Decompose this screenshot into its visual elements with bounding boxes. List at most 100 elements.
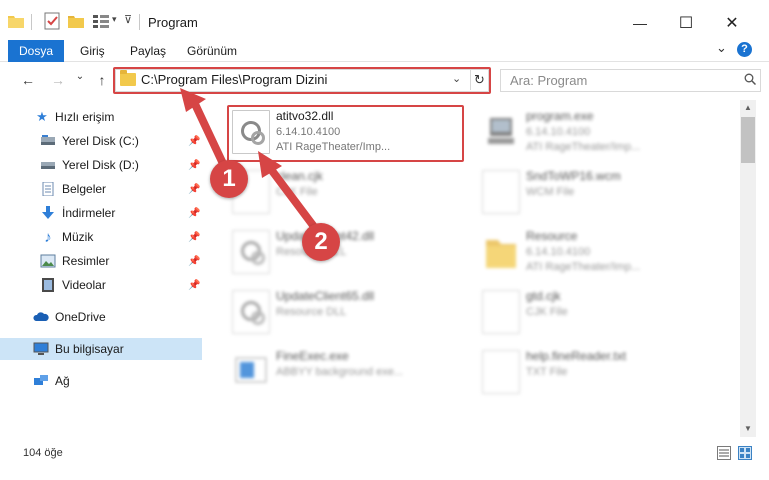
toolbar-divider	[31, 14, 32, 30]
view-options-icon[interactable]	[93, 14, 109, 28]
sidebar-item-label: Yerel Disk (D:)	[62, 158, 139, 172]
close-button[interactable]: ✕	[709, 8, 755, 38]
file-item-fineexec[interactable]: FineExec.exe ABBYY background exe...	[226, 344, 466, 398]
file-version: 6.14.10.4100	[526, 246, 591, 258]
new-folder-icon[interactable]	[68, 14, 84, 28]
title-divider	[139, 14, 140, 30]
ribbon-tabs: Dosya Giriş Paylaş Görünüm ⌄	[0, 40, 769, 94]
scroll-down-arrow[interactable]: ▼	[740, 421, 756, 437]
file-item-gtd-cjk[interactable]: gtd.cjk CJK File	[476, 284, 716, 338]
exe-file-icon	[488, 118, 514, 144]
sidebar-item-videos[interactable]: Videolar 📌	[0, 274, 202, 296]
sidebar-item-local-disk-d[interactable]: Yerel Disk (D:) 📌	[0, 154, 202, 176]
document-file-icon	[482, 290, 520, 334]
toolbar-overflow-icon[interactable]: ⊽	[124, 13, 132, 26]
file-item-resource[interactable]: Resource 6.14.10.4100 ATI RageTheater/Im…	[476, 224, 716, 278]
item-count: 104 öğe	[23, 447, 63, 459]
sidebar-item-label: İndirmeler	[62, 206, 116, 220]
tiles-view-button[interactable]	[738, 446, 752, 460]
file-highlight-box	[227, 105, 464, 162]
pin-icon[interactable]: 📌	[188, 160, 200, 171]
file-name: FineExec.exe	[276, 349, 349, 363]
window-title: Program	[148, 15, 198, 30]
pin-icon[interactable]: 📌	[188, 280, 200, 291]
sidebar-item-label: Resimler	[62, 254, 110, 268]
tab-home[interactable]: Giriş	[70, 40, 115, 62]
file-item-updateclient42[interactable]: UpdateClient42.dll Resource DLL	[226, 224, 466, 278]
file-version: 6.14.10.4100	[526, 126, 591, 138]
details-view-icon	[719, 449, 729, 457]
tab-view[interactable]: Görünüm	[177, 40, 247, 62]
file-name: Resource	[526, 229, 578, 243]
file-description: ATI RageTheater/Imp...	[526, 141, 641, 153]
tiles-view-icon	[740, 448, 750, 458]
sidebar-item-label: OneDrive	[55, 310, 106, 324]
pin-icon[interactable]: 📌	[188, 208, 200, 219]
sidebar-item-quick-access[interactable]: ★ Hızlı erişim	[0, 106, 202, 128]
folder-icon[interactable]	[8, 14, 24, 28]
file-name: clean.cjk	[276, 169, 323, 183]
file-type: CJK File	[526, 306, 568, 318]
sidebar-item-this-pc[interactable]: Bu bilgisayar	[0, 338, 202, 360]
navigation-pane: ★ Hızlı erişim Yerel Disk (C:) 📌 Yerel D…	[0, 100, 210, 437]
file-type: Resource DLL	[276, 306, 347, 318]
file-name: SndToWP16.wcm	[526, 169, 621, 183]
sidebar-item-label: Ağ	[55, 374, 70, 388]
download-icon	[42, 206, 54, 219]
network-icon	[34, 375, 48, 385]
file-item-program-exe[interactable]: program.exe 6.14.10.4100 ATI RageTheater…	[476, 104, 716, 158]
status-bar	[0, 437, 769, 480]
pin-icon[interactable]: 📌	[188, 232, 200, 243]
file-item-clean-cjk[interactable]: clean.cjk CJK File	[226, 164, 466, 218]
ribbon-collapse-chevron[interactable]: ⌄	[716, 40, 727, 56]
maximize-button[interactable]: ☐	[663, 8, 709, 38]
scroll-up-arrow[interactable]: ▲	[740, 100, 756, 116]
folder-icon	[486, 240, 516, 268]
dll-file-icon	[232, 230, 270, 274]
help-icon[interactable]: ?	[737, 42, 752, 57]
drive-icon	[41, 162, 55, 169]
document-file-icon	[482, 350, 520, 394]
annotation-marker-1: 1	[210, 160, 248, 198]
pin-icon[interactable]: 📌	[188, 256, 200, 267]
sidebar-item-label: Videolar	[62, 278, 106, 292]
sidebar-item-downloads[interactable]: İndirmeler 📌	[0, 202, 202, 224]
file-type: WCM File	[526, 186, 575, 198]
music-icon: ♪	[44, 228, 52, 246]
recent-locations-chevron[interactable]: ⌄	[70, 67, 90, 87]
computer-icon	[33, 342, 49, 355]
sidebar-item-documents[interactable]: Belgeler 📌	[0, 178, 202, 200]
annotation-marker-2: 2	[302, 223, 340, 261]
pin-icon[interactable]: 📌	[188, 136, 200, 147]
tab-share[interactable]: Paylaş	[120, 40, 176, 62]
back-button[interactable]: ←	[18, 70, 38, 90]
sidebar-item-pictures[interactable]: Resimler 📌	[0, 250, 202, 272]
pin-icon[interactable]: 📌	[188, 184, 200, 195]
sidebar-item-network[interactable]: Ağ	[0, 370, 202, 392]
sidebar-item-onedrive[interactable]: OneDrive	[0, 306, 202, 328]
star-icon: ★	[36, 109, 48, 124]
dll-file-icon	[232, 290, 270, 334]
details-view-button[interactable]	[717, 446, 731, 460]
file-name: help.fineReader.txt	[526, 349, 627, 363]
file-item-updateclient65[interactable]: UpdateClient65.dll Resource DLL	[226, 284, 466, 338]
up-button[interactable]: ↑	[92, 70, 112, 90]
file-description: ATI RageTheater/Imp...	[526, 261, 641, 273]
file-item-sndtowp16[interactable]: SndToWP16.wcm WCM File	[476, 164, 716, 218]
properties-icon[interactable]	[44, 12, 60, 30]
cloud-icon	[33, 312, 49, 321]
forward-button[interactable]: →	[48, 70, 68, 90]
documents-icon	[42, 182, 54, 196]
scroll-thumb[interactable]	[741, 117, 755, 163]
sidebar-item-music[interactable]: ♪ Müzik 📌	[0, 226, 202, 248]
sidebar-item-local-disk-c[interactable]: Yerel Disk (C:) 📌	[0, 130, 202, 152]
minimize-button[interactable]: —	[617, 8, 663, 38]
pictures-icon	[40, 254, 56, 268]
file-item-help-txt[interactable]: help.fineReader.txt TXT File	[476, 344, 716, 398]
file-name: UpdateClient65.dll	[276, 289, 375, 303]
file-type: CJK File	[276, 186, 318, 198]
customize-toolbar-chevron[interactable]: ▾	[112, 14, 117, 25]
sidebar-item-label: Belgeler	[62, 182, 107, 196]
search-icon[interactable]	[744, 73, 756, 85]
sidebar-item-label: Yerel Disk (C:)	[62, 134, 139, 148]
